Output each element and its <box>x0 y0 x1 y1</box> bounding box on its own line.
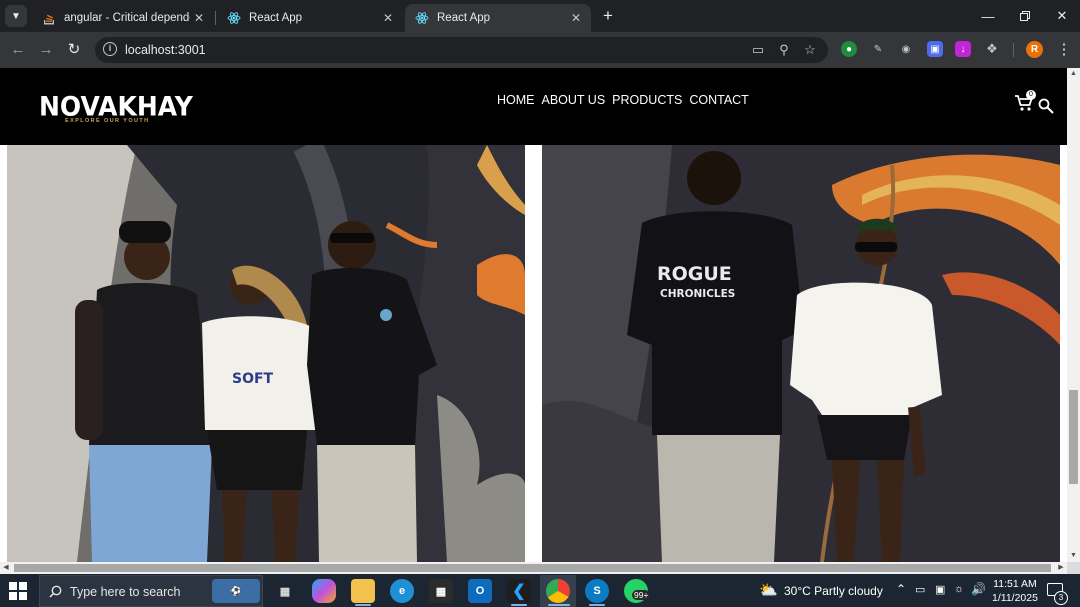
running-indicator <box>511 604 527 606</box>
address-bar[interactable]: i localhost:3001 ▭ ⚲ ☆ <box>95 37 828 63</box>
close-icon[interactable]: ✕ <box>567 11 585 25</box>
stackoverflow-icon <box>42 11 56 25</box>
scroll-down-arrow-icon[interactable]: ▼ <box>1067 550 1080 562</box>
tab-title: React App <box>437 12 491 24</box>
copilot-icon[interactable] <box>312 579 336 603</box>
url-text: localhost:3001 <box>125 43 206 57</box>
toolbar-divider <box>1013 43 1014 57</box>
profile-avatar[interactable]: R <box>1026 41 1043 58</box>
tab-title: React App <box>249 12 303 24</box>
windows-start-icon[interactable] <box>9 582 27 600</box>
clock-time: 11:51 AM <box>993 578 1037 590</box>
chrome-icon[interactable] <box>546 579 570 603</box>
battery-icon[interactable]: ▭ <box>915 583 925 596</box>
chevron-up-icon[interactable]: ⌃ <box>896 582 906 596</box>
tab-divider <box>215 11 216 25</box>
bookmark-star-icon[interactable]: ☆ <box>802 42 818 58</box>
back-button[interactable]: ← <box>8 40 28 60</box>
running-indicator <box>548 604 570 606</box>
forward-button[interactable]: → <box>36 40 56 60</box>
react-icon <box>415 11 429 25</box>
extensions-puzzle-icon[interactable]: ❖ <box>984 41 1000 57</box>
news-widget-icon[interactable]: ⚽ <box>212 579 260 603</box>
shirt-graphic-text: SOFT <box>232 371 274 387</box>
scroll-left-arrow-icon[interactable]: ◀ <box>0 562 12 574</box>
gallery-photo-1[interactable]: SOFT <box>7 145 525 562</box>
extension-green-icon[interactable]: ● <box>841 41 857 57</box>
file-explorer-icon[interactable] <box>351 579 375 603</box>
horizontal-scrollbar[interactable]: ◀ ▶ <box>0 562 1067 574</box>
volume-icon[interactable]: 🔊 <box>971 582 986 596</box>
store-icon[interactable]: ▦ <box>429 579 453 603</box>
minimize-button[interactable]: — <box>970 0 1006 32</box>
new-tab-button[interactable]: + <box>598 6 618 26</box>
vertical-scroll-thumb[interactable] <box>1069 390 1078 484</box>
nav-contact[interactable]: CONTACT <box>689 93 749 107</box>
nav-about-us[interactable]: ABOUT US <box>542 93 606 107</box>
camera-icon[interactable]: ◉ <box>898 41 914 57</box>
notification-count: 3 <box>1054 591 1068 605</box>
eyedropper-icon[interactable]: ✎ <box>870 41 886 57</box>
vscode-icon[interactable]: ❮ <box>507 579 531 603</box>
outlook-icon[interactable]: O <box>468 579 492 603</box>
reload-button[interactable]: ↻ <box>64 40 84 60</box>
main-nav: HOME ABOUT US PRODUCTS CONTACT <box>497 93 749 107</box>
tab-react-app-2[interactable]: React App ✕ <box>405 4 591 32</box>
tab-angular[interactable]: angular - Critical dependency: r ✕ <box>32 4 214 32</box>
tab-search-button[interactable]: ▼ <box>5 5 27 27</box>
shirt-back-text: ROGUE <box>657 263 732 285</box>
edge-icon[interactable]: e <box>390 579 414 603</box>
nav-products[interactable]: PRODUCTS <box>612 93 682 107</box>
install-app-icon[interactable]: ▭ <box>750 42 766 58</box>
scroll-right-arrow-icon[interactable]: ▶ <box>1055 562 1067 574</box>
weather-text[interactable]: 30°C Partly cloudy <box>784 584 883 598</box>
close-icon[interactable]: ✕ <box>190 11 208 25</box>
gallery-photo-2[interactable]: ROGUE CHRONICLES <box>542 145 1060 562</box>
nav-home[interactable]: HOME <box>497 93 535 107</box>
cart-count-badge: 0 <box>1026 90 1036 100</box>
scroll-up-arrow-icon[interactable]: ▲ <box>1067 68 1080 80</box>
whatsapp-badge: 99+ <box>632 590 651 600</box>
site-info-icon[interactable]: i <box>103 42 117 56</box>
page-viewport: NOVAKHAY EXPLORE OUR YOUTH HOME ABOUT US… <box>0 68 1067 562</box>
weather-icon[interactable]: ⛅ <box>759 581 778 599</box>
zoom-icon[interactable]: ⚲ <box>776 42 792 58</box>
tab-react-app-1[interactable]: React App ✕ <box>217 4 403 32</box>
tab-strip: ▼ angular - Critical dependency: r ✕ Rea… <box>0 0 1080 32</box>
close-icon[interactable]: ✕ <box>379 11 397 25</box>
windows-taskbar: Type here to search ⚽ ▦ e ▦ O ❮ S 99+ ⛅ … <box>0 574 1080 607</box>
task-view-icon[interactable]: ▦ <box>273 579 297 603</box>
taskbar-clock[interactable]: 11:51 AM 1/11/2025 <box>992 577 1038 605</box>
site-header: NOVAKHAY EXPLORE OUR YOUTH HOME ABOUT US… <box>0 68 1067 145</box>
download-extension-icon[interactable]: ↓ <box>955 41 971 57</box>
horizontal-scroll-thumb[interactable] <box>14 564 1051 572</box>
logo-tagline: EXPLORE OUR YOUTH <box>65 118 150 124</box>
close-window-button[interactable]: ✕ <box>1044 0 1080 32</box>
skype-icon[interactable]: S <box>585 579 609 603</box>
vertical-scrollbar[interactable]: ▲ ▼ <box>1067 68 1080 562</box>
search-icon[interactable] <box>1038 98 1054 114</box>
scrollbar-corner <box>1067 562 1080 574</box>
menu-kebab-icon[interactable]: ⋮ <box>1054 40 1074 60</box>
running-indicator <box>355 604 371 606</box>
shirt-back-subtext: CHRONICLES <box>660 288 735 300</box>
product-gallery: SOFT ROGUE CHRONICLES <box>0 145 1067 562</box>
browser-toolbar: ← → ↻ i localhost:3001 ▭ ⚲ ☆ ● ✎ ◉ ▣ ↓ ❖… <box>0 32 1080 68</box>
react-icon <box>227 11 241 25</box>
taskbar-search-placeholder: Type here to search <box>70 585 181 599</box>
clock-date: 1/11/2025 <box>992 592 1038 604</box>
tab-title: angular - Critical dependency: r <box>64 12 190 24</box>
running-indicator <box>589 604 605 606</box>
wifi-icon[interactable]: ☼ <box>954 583 964 595</box>
search-icon <box>49 585 62 598</box>
device-icon[interactable]: ▣ <box>935 583 945 596</box>
restore-button[interactable] <box>1007 0 1043 32</box>
screen-capture-icon[interactable]: ▣ <box>927 41 943 57</box>
